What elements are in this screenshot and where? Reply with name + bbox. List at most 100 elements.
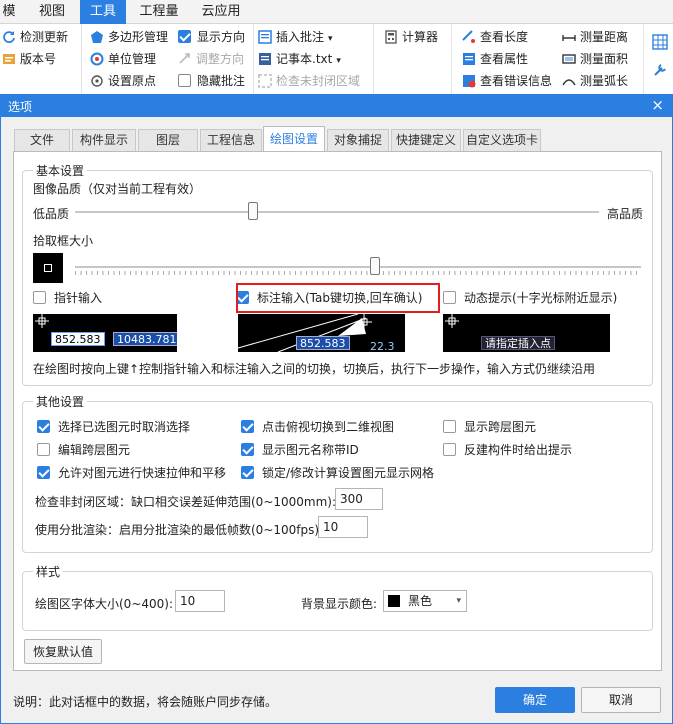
background-color-select[interactable]: 黑色 ▾ [383,590,467,612]
version-button[interactable]: 版本号 [2,49,56,69]
deselect-option[interactable]: 选择已选图元时取消选择 [37,419,190,435]
dim-input-preview: 852.583 22.3 [238,314,405,352]
edit-cross-layer-option[interactable]: 编辑跨层图元 [37,442,130,458]
version-icon [2,52,16,66]
quick-stretch-label: 允许对图元进行快速拉伸和平移 [58,466,227,480]
topview-2d-option[interactable]: 点击俯视切换到二维视图 [241,419,394,435]
view-attributes-button[interactable]: 查看属性 [462,49,528,69]
insert-annotation-button[interactable]: 插入批注 ▾ [258,27,333,47]
drawing-settings-panel: 基本设置 图像品质（仅对当前工程有效） 低品质 高品质 拾取框大小 指针输入 标… [13,151,662,671]
pointer-input-option[interactable]: 指针输入 [33,290,102,306]
ribbon-group-annotation: 插入批注 ▾ 记事本.txt ▾ 检查未封闭区域 [256,24,374,94]
view-length-label: 查看长度 [480,30,529,44]
show-direction-toggle[interactable]: 显示方向 [178,27,245,47]
cancel-button[interactable]: 取消 [581,687,661,713]
check-unclosed-button[interactable]: 检查未封闭区域 [258,71,360,91]
lock-grid-option[interactable]: 锁定/修改计算设置图元显示网格 [241,465,434,481]
edit-cross-layer-checkbox[interactable] [37,443,50,456]
ribbon: 模 视图 工具 工程量 云应用 检测更新 版本号 多边形管理 单位管理 设置原点… [0,0,673,94]
ribbon-tab-cloud[interactable]: 云应用 [196,0,246,24]
ribbon-group-update: 检测更新 版本号 [0,24,82,94]
show-cross-layer-option[interactable]: 显示跨层图元 [443,419,536,435]
high-quality-label: 高品质 [607,207,644,221]
polygon-mgmt-button[interactable]: 多边形管理 [90,27,168,47]
ok-button[interactable]: 确定 [495,687,575,713]
hide-annotation-label: 隐藏批注 [197,74,246,88]
quick-stretch-option[interactable]: 允许对图元进行快速拉伸和平移 [37,465,226,481]
low-quality-label: 低品质 [33,207,70,221]
calculator-button[interactable]: 计算器 [384,27,438,47]
topview-2d-label: 点击俯视切换到二维视图 [262,420,395,434]
show-name-id-checkbox[interactable] [241,443,254,456]
show-direction-checkbox[interactable] [178,30,191,43]
refresh-icon [2,30,16,44]
unit-icon [90,52,104,66]
tab-project-info[interactable]: 工程信息 [200,129,262,151]
tab-layers[interactable]: 图层 [138,129,198,151]
quality-slider-thumb[interactable] [248,202,259,220]
batch-render-input[interactable]: 10 [318,516,368,538]
preview-y-value: 10483.781 [113,332,177,346]
tab-object-snap[interactable]: 对象捕捉 [327,129,389,151]
unit-mgmt-button[interactable]: 单位管理 [90,49,156,69]
measure-arc-button[interactable]: 测量弧长 [562,71,628,91]
show-name-id-option[interactable]: 显示图元名称带ID [241,442,359,458]
hide-annotation-checkbox[interactable] [178,74,191,87]
pick-box-size-label: 拾取框大小 [33,234,94,248]
reverse-build-tip-checkbox[interactable] [443,443,456,456]
pick-size-slider-track[interactable] [75,266,641,268]
tab-component-display[interactable]: 构件显示 [72,129,136,151]
tab-shortcut-keys[interactable]: 快捷键定义 [391,129,461,151]
basic-settings-title: 基本设置 [33,162,88,179]
view-errors-button[interactable]: 查看错误信息 [462,71,552,91]
input-switch-hint: 在绘图时按向上键↑控制指针输入和标注输入之间的切换，切换后，执行下一步操作，输入… [33,362,596,376]
pick-size-slider-thumb[interactable] [369,257,380,275]
lock-grid-checkbox[interactable] [241,466,254,479]
tool-wrench-icon[interactable] [652,62,668,78]
ribbon-tab-tools[interactable]: 工具 [80,0,126,24]
quality-slider-track[interactable] [75,211,599,213]
dynamic-tip-checkbox[interactable] [443,291,456,304]
tab-drawing-settings[interactable]: 绘图设置 [263,126,325,152]
batch-render-label: 使用分批渲染：启用分批渲染的最低帧数(0~100fps): [35,523,324,537]
ribbon-tab-quantity[interactable]: 工程量 [134,0,184,24]
reverse-build-tip-option[interactable]: 反建构件时给出提示 [443,442,572,458]
dim-input-highlight [236,283,440,313]
length-icon [462,30,476,44]
pick-size-slider-ticks [75,271,641,275]
unit-mgmt-label: 单位管理 [108,52,157,66]
dynamic-tip-label: 动态提示(十字光标附近显示) [464,291,618,305]
measure-arc-icon [562,74,576,88]
tab-file[interactable]: 文件 [14,129,70,151]
tab-custom-tabs[interactable]: 自定义选项卡 [463,129,541,151]
view-length-button[interactable]: 查看长度 [462,27,528,47]
notepad-button[interactable]: 记事本.txt ▾ [258,49,341,69]
dynamic-tip-option[interactable]: 动态提示(十字光标附近显示) [443,290,617,306]
deselect-checkbox[interactable] [37,420,50,433]
ribbon-group-measure: 查看长度 查看属性 查看错误信息 测量距离 测量面积 测量弧长 [454,24,644,94]
image-quality-label: 图像品质（仅对当前工程有效） [33,182,202,196]
ribbon-tab-view[interactable]: 视图 [30,0,74,24]
pointer-input-checkbox[interactable] [33,291,46,304]
show-cross-layer-checkbox[interactable] [443,420,456,433]
restore-defaults-button[interactable]: 恢复默认值 [24,639,102,664]
font-size-input[interactable]: 10 [175,590,225,612]
font-size-label: 绘图区字体大小(0~400): [35,597,174,611]
polygon-mgmt-label: 多边形管理 [108,30,169,44]
unclosed-range-input[interactable]: 300 [335,488,383,510]
grid-settings-icon[interactable] [652,34,668,50]
dropdown-arrow-icon: ▾ [336,56,341,66]
quick-stretch-checkbox[interactable] [37,466,50,479]
set-origin-button[interactable]: 设置原点 [90,71,156,91]
ribbon-tab-model[interactable]: 模 [0,0,18,24]
check-update-button[interactable]: 检测更新 [2,27,68,47]
topview-2d-checkbox[interactable] [241,420,254,433]
ribbon-group-calc: 计算器 [376,24,452,94]
hide-annotation-toggle[interactable]: 隐藏批注 [178,71,245,91]
measure-distance-button[interactable]: 测量距离 [562,27,628,47]
adjust-direction-button[interactable]: 调整方向 [178,49,244,69]
measure-area-button[interactable]: 测量面积 [562,49,628,69]
close-icon[interactable]: × [651,96,664,114]
preview-x-value: 852.583 [51,332,105,346]
pointer-input-label: 指针输入 [54,291,103,305]
